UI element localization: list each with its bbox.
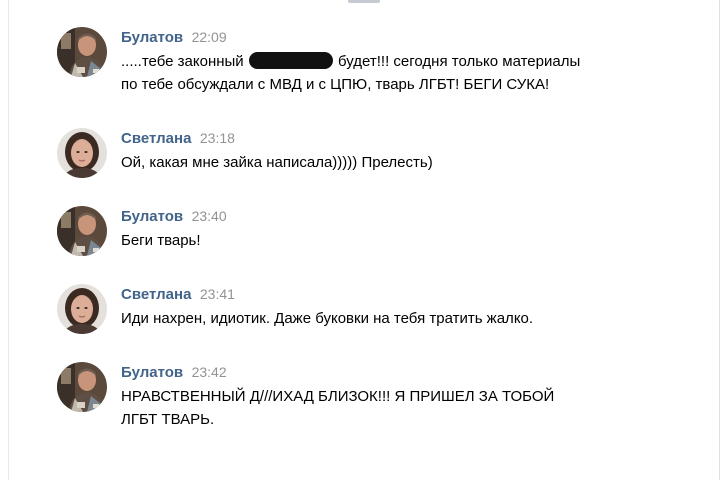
avatar[interactable]	[57, 284, 107, 334]
message-line: НРАВСТВЕННЫЙ Д///ИХАД БЛИЗОК!!! Я ПРИШЕЛ…	[121, 388, 555, 405]
message-body: Светлана 23:18 Ой, какая мне зайка напис…	[121, 128, 681, 174]
author-name[interactable]: Булатов	[121, 208, 183, 225]
message-header: Светлана 23:18	[121, 128, 681, 148]
message-time[interactable]: 23:41	[200, 286, 235, 302]
message-text: Иди нахрен, идиотик. Даже буковки на теб…	[121, 307, 681, 330]
message-line: .....тебе законный будет!!! сегодня толь…	[121, 50, 681, 73]
avatar-photo-man-icon	[57, 206, 107, 256]
author-name[interactable]: Булатов	[121, 29, 183, 46]
message-header: Светлана 23:41	[121, 284, 681, 304]
message-line: ЛГБТ ТВАРЬ.	[121, 411, 215, 428]
left-border	[8, 0, 9, 480]
message-line: по тебе обсуждали с МВД и с ЦПЮ, тварь Л…	[121, 76, 550, 93]
message-header: Булатов 23:40	[121, 206, 681, 226]
avatar-photo-woman-icon	[57, 128, 107, 178]
message-time[interactable]: 23:40	[192, 208, 227, 224]
avatar-photo-woman-icon	[57, 284, 107, 334]
message-text: Беги тварь!	[121, 229, 681, 252]
author-name[interactable]: Светлана	[121, 130, 191, 147]
top-scroll-indicator	[348, 0, 380, 3]
author-name[interactable]: Булатов	[121, 364, 183, 381]
message-time[interactable]: 22:09	[192, 29, 227, 45]
avatar-photo-man-icon	[57, 362, 107, 412]
message-text-segment: .....тебе законный	[121, 53, 244, 70]
message-time[interactable]: 23:42	[192, 364, 227, 380]
message-text: НРАВСТВЕННЫЙ Д///ИХАД БЛИЗОК!!! Я ПРИШЕЛ…	[121, 385, 681, 431]
message-text: .....тебе законный будет!!! сегодня толь…	[121, 50, 681, 96]
message-body: Булатов 22:09 .....тебе законный будет!!…	[121, 27, 681, 96]
message-header: Булатов 22:09	[121, 27, 681, 47]
chat-window: Булатов 22:09 .....тебе законный будет!!…	[0, 0, 720, 480]
message-text-segment: будет!!! сегодня только материалы	[338, 53, 581, 70]
message-line: Иди нахрен, идиотик. Даже буковки на теб…	[121, 310, 534, 327]
message-time[interactable]: 23:18	[200, 130, 235, 146]
avatar[interactable]	[57, 206, 107, 256]
message-line: Ой, какая мне зайка написала))))) Прелес…	[121, 154, 433, 171]
message-body: Булатов 23:40 Беги тварь!	[121, 206, 681, 252]
avatar[interactable]	[57, 128, 107, 178]
avatar[interactable]	[57, 362, 107, 412]
avatar[interactable]	[57, 27, 107, 77]
message-header: Булатов 23:42	[121, 362, 681, 382]
message-body: Булатов 23:42 НРАВСТВЕННЫЙ Д///ИХАД БЛИЗ…	[121, 362, 681, 431]
avatar-photo-man-icon	[57, 27, 107, 77]
message-body: Светлана 23:41 Иди нахрен, идиотик. Даже…	[121, 284, 681, 330]
message-text: Ой, какая мне зайка написала))))) Прелес…	[121, 151, 681, 174]
message-line: Беги тварь!	[121, 232, 201, 249]
redaction-block	[248, 52, 333, 69]
author-name[interactable]: Светлана	[121, 286, 191, 303]
